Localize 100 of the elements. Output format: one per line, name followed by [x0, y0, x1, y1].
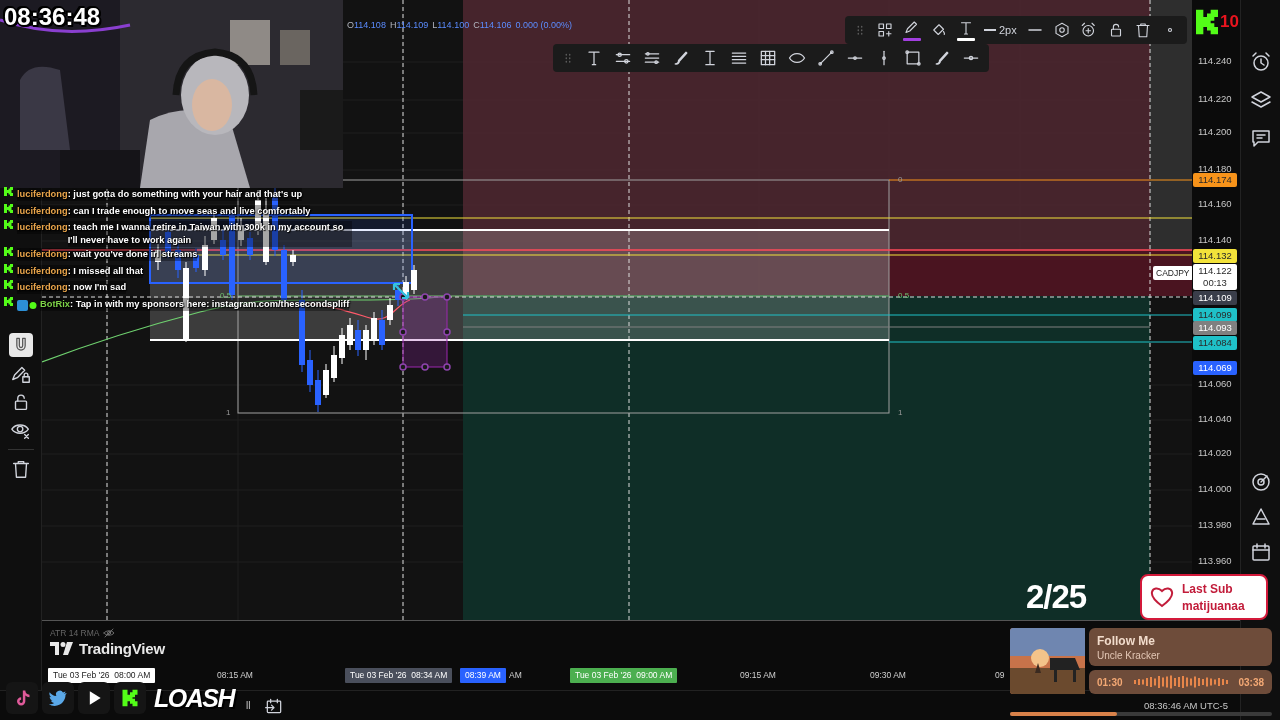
- social-button[interactable]: [114, 682, 146, 714]
- price-label: 113.960: [1198, 555, 1232, 566]
- price-label: 114.060: [1198, 378, 1232, 389]
- logo-icon: [1196, 9, 1218, 35]
- rectangle-icon[interactable]: [903, 48, 923, 68]
- chat-username[interactable]: luciferdong: [17, 264, 68, 278]
- alarm-add-icon[interactable]: [1079, 21, 1098, 39]
- chat-message: : I missed all that: [67, 264, 144, 278]
- price-label: 114.240: [1198, 55, 1232, 66]
- symbol-label: CADJPY: [1153, 266, 1192, 280]
- candlestick: [339, 327, 345, 365]
- line-color-swatch[interactable]: [903, 38, 921, 41]
- card-title: Last Sub: [1182, 581, 1234, 596]
- text-color-swatch[interactable]: [957, 38, 975, 41]
- candlestick: [307, 349, 313, 393]
- ohlc-value: O114.108: [347, 20, 386, 30]
- chat-username[interactable]: luciferdong: [17, 204, 68, 218]
- eye-slash-icon[interactable]: [103, 627, 116, 639]
- indicator-label[interactable]: ATR 14 RMA: [50, 628, 100, 638]
- chat-username[interactable]: BotRix: [40, 297, 70, 311]
- chat-username[interactable]: luciferdong: [17, 248, 68, 261]
- duration-time: 03:38: [1238, 676, 1264, 688]
- candlestick: [347, 317, 353, 351]
- time-marker: Tue 03 Feb '26 08:00 AM: [48, 668, 156, 683]
- time-label: 08:15 AM: [216, 669, 254, 682]
- fib-level-label: 1: [898, 408, 903, 417]
- fib-level-label: 1: [226, 408, 231, 417]
- price-badge: 114.093: [1193, 321, 1237, 335]
- chat-message: : wait you've done irl streams: [67, 248, 198, 261]
- badge-icon: [4, 203, 13, 213]
- fib-level-label: 0.5: [898, 291, 910, 300]
- price-label: 114.160: [1198, 198, 1232, 209]
- artist-name: Uncle Kracker: [1097, 649, 1161, 661]
- price-label: 114.020: [1198, 447, 1232, 458]
- badge-icon: [4, 263, 13, 273]
- candlestick: [403, 275, 409, 301]
- price-label: 114.200: [1198, 126, 1232, 137]
- time-label: 09: [994, 669, 1006, 682]
- avatar-icon: [17, 299, 37, 311]
- price-label: 113.980: [1198, 519, 1232, 530]
- social-button[interactable]: [42, 682, 74, 714]
- badge-icon: [4, 187, 13, 196]
- ohlc-value: C114.106: [473, 20, 512, 30]
- logo-icon: [50, 642, 74, 655]
- add-widget-icon[interactable]: [876, 21, 894, 39]
- badge-icon: [4, 247, 13, 256]
- chat-username[interactable]: luciferdong: [17, 221, 68, 234]
- time-label: AM: [508, 669, 523, 682]
- follower-count: 10: [1220, 12, 1239, 32]
- price-label: 114.180: [1198, 163, 1232, 174]
- elapsed-time: 01:30: [1097, 676, 1123, 688]
- trash-icon[interactable]: [1133, 21, 1152, 39]
- badge-icon: [4, 280, 13, 289]
- price-badge: 114.084: [1193, 336, 1237, 350]
- social-button[interactable]: [78, 682, 110, 714]
- time-zone-clock[interactable]: 08:36:46 AM UTC-5: [1144, 700, 1228, 711]
- price-badge: 114.122 00:13: [1193, 264, 1237, 290]
- price-label: 114.000: [1198, 483, 1232, 494]
- resize-cursor-icon: [392, 282, 410, 300]
- price-badge: 114.174: [1193, 173, 1237, 187]
- line-icon: [984, 29, 996, 31]
- price-badge: 114.109: [1193, 291, 1237, 305]
- price-change: 0.000 (0.00%): [515, 20, 573, 30]
- price-label: 114.140: [1198, 234, 1232, 245]
- candlestick: [323, 363, 329, 399]
- candlestick: [202, 235, 208, 277]
- badge-icon: [4, 220, 13, 229]
- candlestick: [363, 324, 369, 361]
- candlestick: [371, 311, 377, 346]
- toolbar-text[interactable]: ll: [246, 700, 251, 711]
- song-title: Follow Me: [1097, 633, 1156, 648]
- ohlc-value: H114.109: [389, 20, 429, 30]
- logo-icon[interactable]: [120, 688, 140, 708]
- heart-icon: [1150, 586, 1174, 608]
- candlestick: [355, 319, 361, 357]
- price-label: 114.040: [1198, 413, 1232, 424]
- stream-clock: 08:36:48: [4, 3, 101, 31]
- time-marker: Tue 03 Feb '26 09:00 AM: [570, 668, 678, 683]
- goal-counter: 2/25: [1026, 578, 1087, 616]
- candlestick: [379, 309, 385, 351]
- time-label: 09:30 AM: [869, 669, 907, 682]
- chat-message: : now I'm sad: [67, 281, 127, 294]
- grid-icon[interactable]: [758, 48, 778, 68]
- price-badge: 114.099: [1193, 308, 1237, 322]
- settings-icon[interactable]: [1052, 21, 1071, 39]
- candlestick: [387, 297, 393, 326]
- price-badge: 114.069: [1193, 361, 1237, 375]
- chat-username[interactable]: luciferdong: [17, 281, 68, 294]
- candlestick: [220, 229, 226, 261]
- time-label: 09:15 AM: [739, 669, 777, 682]
- trend-line-icon[interactable]: [816, 48, 836, 68]
- selection-box[interactable]: [399, 293, 451, 371]
- candlestick: [315, 369, 321, 413]
- chat-username[interactable]: luciferdong: [17, 188, 68, 201]
- chat-message: : just gotta do something with your hair and that's up: [67, 188, 303, 201]
- line-width-button[interactable]: 2px: [984, 24, 1017, 36]
- price-badge: 114.132: [1193, 249, 1237, 263]
- ohlc-value: L114.100: [432, 20, 470, 30]
- price-label: 114.220: [1198, 93, 1232, 104]
- bird-icon[interactable]: [48, 688, 68, 708]
